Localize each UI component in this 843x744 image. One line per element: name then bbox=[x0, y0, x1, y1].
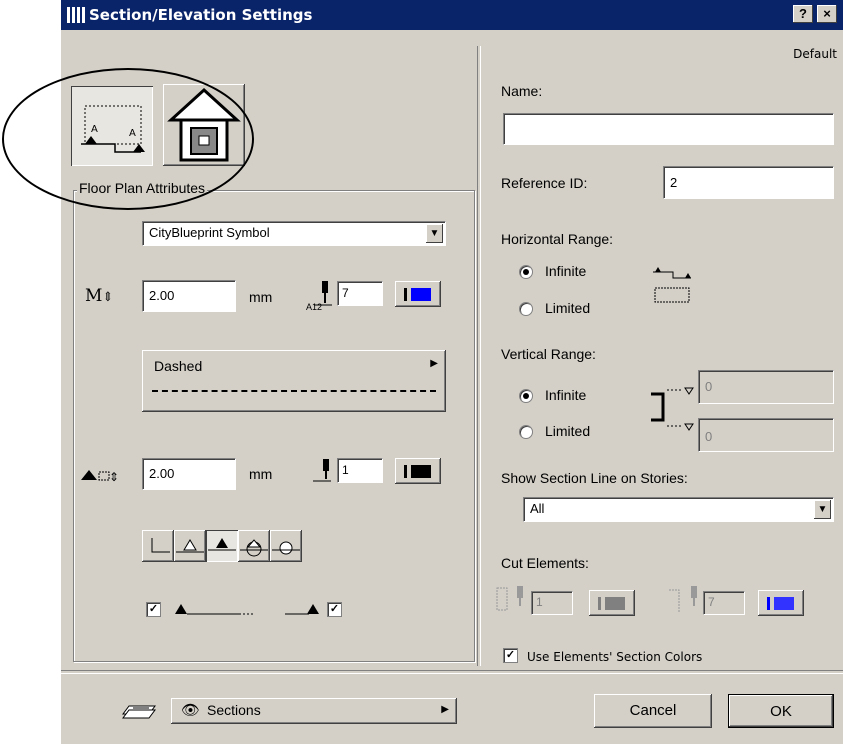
cut-pen1-input[interactable]: 1 bbox=[531, 591, 573, 615]
reference-id-label: Reference ID: bbox=[501, 175, 588, 191]
pen-swatch-mark bbox=[404, 465, 407, 478]
app-icon bbox=[67, 7, 85, 23]
show-end-marker-checkbox[interactable]: ✓ bbox=[327, 602, 342, 617]
pen-swatch-mark bbox=[404, 288, 407, 301]
marker-circle-icon bbox=[272, 541, 300, 555]
vertical-bottom-input[interactable]: 0 bbox=[698, 418, 834, 452]
start-marker-preview-icon bbox=[175, 604, 255, 615]
marker-type-filled-button[interactable] bbox=[206, 530, 238, 562]
chevron-down-icon: ▼ bbox=[426, 224, 443, 243]
use-section-colors-checkbox[interactable]: ✓ bbox=[503, 648, 518, 663]
marker-pen-label: A12 bbox=[306, 302, 323, 312]
name-label: Name: bbox=[501, 83, 543, 99]
line-type-button[interactable]: Dashed ▶ bbox=[142, 350, 446, 412]
eye-icon: 👁 bbox=[181, 702, 201, 719]
svg-text:A: A bbox=[129, 128, 136, 139]
line-type-label: Dashed bbox=[154, 358, 203, 374]
vertical-top-input[interactable]: 0 bbox=[698, 370, 834, 404]
horizontal-range-label: Horizontal Range: bbox=[501, 231, 614, 247]
line-size-icon: ⇕ bbox=[79, 466, 119, 484]
marker-type-circle-button[interactable] bbox=[270, 530, 302, 562]
cut-pen1-color-button[interactable] bbox=[589, 590, 635, 616]
window-title: Section/Elevation Settings bbox=[89, 6, 313, 24]
symbol-value: CityBlueprint Symbol bbox=[149, 225, 270, 240]
marker-type-hollow-button[interactable] bbox=[174, 530, 206, 562]
horizontal-limited-radio[interactable] bbox=[519, 302, 533, 316]
ok-button[interactable]: OK bbox=[728, 694, 834, 728]
layers-icon bbox=[122, 705, 156, 719]
panel-selector-button[interactable]: 👁 Sections ▶ bbox=[171, 698, 457, 724]
close-button[interactable]: × bbox=[817, 5, 837, 23]
marker-type-circle-triangle-button[interactable] bbox=[238, 530, 270, 562]
pen-swatch-mark bbox=[598, 597, 601, 610]
horizontal-infinite-label: Infinite bbox=[545, 263, 587, 279]
footer-divider bbox=[61, 670, 843, 674]
marker-filled-triangle-icon bbox=[208, 538, 236, 551]
marker-none-icon bbox=[151, 538, 170, 553]
cancel-button[interactable]: Cancel bbox=[594, 694, 712, 728]
pen-color-swatch bbox=[774, 597, 794, 610]
panel-selector-label: Sections bbox=[207, 702, 261, 718]
title-bar: Section/Elevation Settings ? × bbox=[61, 0, 843, 30]
dashed-line-preview bbox=[152, 390, 436, 392]
model-view-button[interactable] bbox=[163, 84, 245, 166]
pen-color-swatch bbox=[605, 597, 625, 610]
marker-pen-color-button[interactable] bbox=[395, 281, 441, 307]
pen-swatch-mark bbox=[767, 597, 770, 610]
marker-size-input[interactable]: 2.00 bbox=[142, 280, 236, 312]
marker-size-icon: M⇕ bbox=[85, 286, 114, 306]
vertical-range-icon bbox=[651, 387, 694, 431]
use-section-colors-label: Use Elements' Section Colors bbox=[527, 650, 703, 664]
horizontal-limited-label: Limited bbox=[545, 300, 591, 316]
show-start-marker-checkbox[interactable]: ✓ bbox=[146, 602, 161, 617]
cut-pen2-input[interactable]: 7 bbox=[703, 591, 745, 615]
name-input[interactable] bbox=[503, 113, 834, 145]
floor-plan-view-button[interactable]: A A bbox=[71, 86, 153, 166]
house-icon bbox=[167, 87, 241, 162]
line-size-input[interactable]: 2.00 bbox=[142, 458, 236, 490]
show-stories-dropdown[interactable]: All ▼ bbox=[523, 497, 834, 522]
line-size-unit: mm bbox=[249, 466, 273, 482]
end-marker-preview-icon bbox=[285, 604, 319, 615]
vertical-range-label: Vertical Range: bbox=[501, 346, 596, 362]
marker-pen-input[interactable]: 7 bbox=[337, 281, 383, 306]
marker-type-none-button[interactable] bbox=[142, 530, 174, 562]
vertical-infinite-label: Infinite bbox=[545, 387, 587, 403]
cut-fill-pen-icon bbox=[496, 586, 523, 611]
vertical-limited-label: Limited bbox=[545, 423, 591, 439]
settings-dialog: Section/Elevation Settings ? × Default A… bbox=[60, 0, 843, 744]
cut-line-pen-icon bbox=[669, 586, 697, 612]
help-button[interactable]: ? bbox=[793, 5, 813, 23]
horizontal-range-icon bbox=[653, 267, 691, 303]
pen-color-swatch bbox=[411, 465, 431, 478]
floor-plan-attributes-group bbox=[73, 190, 475, 662]
chevron-right-icon: ▶ bbox=[441, 704, 449, 715]
floor-plan-attributes-label: Floor Plan Attributes bbox=[77, 180, 208, 196]
marker-pen-icon: A12 bbox=[306, 279, 336, 315]
vertical-limited-radio[interactable] bbox=[519, 425, 533, 439]
marker-size-unit: mm bbox=[249, 289, 273, 305]
reference-id-input[interactable]: 2 bbox=[663, 166, 834, 199]
cut-elements-label: Cut Elements: bbox=[501, 555, 589, 571]
cut-pen2-color-button[interactable] bbox=[758, 590, 804, 616]
panel-divider bbox=[477, 46, 481, 666]
marker-circle-triangle-icon bbox=[240, 539, 268, 557]
show-stories-value: All bbox=[530, 501, 545, 516]
svg-text:A: A bbox=[91, 124, 98, 135]
horizontal-infinite-radio[interactable] bbox=[519, 265, 533, 279]
line-pen-input[interactable]: 1 bbox=[337, 458, 383, 483]
chevron-right-icon: ▶ bbox=[430, 358, 438, 369]
symbol-dropdown[interactable]: CityBlueprint Symbol ▼ bbox=[142, 221, 446, 246]
vertical-infinite-radio[interactable] bbox=[519, 389, 533, 403]
chevron-down-icon: ▼ bbox=[814, 500, 831, 519]
show-stories-label: Show Section Line on Stories: bbox=[501, 470, 688, 486]
line-pen-icon bbox=[311, 457, 337, 487]
marker-hollow-triangle-icon bbox=[176, 539, 204, 553]
line-pen-color-button[interactable] bbox=[395, 458, 441, 484]
svg-text:⇕: ⇕ bbox=[109, 470, 119, 484]
section-marker-icon: A A bbox=[81, 105, 145, 153]
pen-color-swatch bbox=[411, 288, 431, 301]
preset-label: Default bbox=[793, 47, 837, 61]
